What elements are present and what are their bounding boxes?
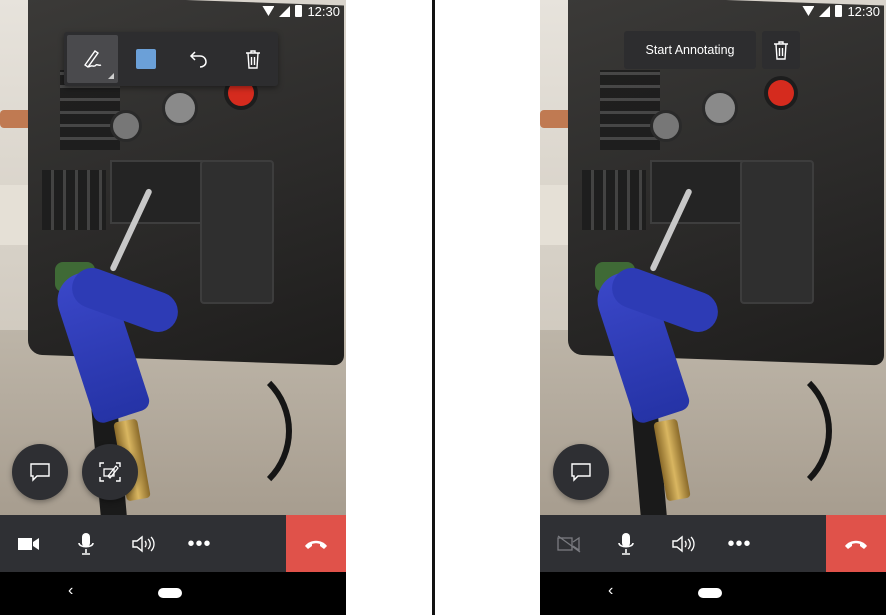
signal-icon <box>279 5 291 17</box>
microphone-icon <box>77 532 94 555</box>
pen-icon <box>84 50 102 68</box>
battery-icon <box>295 5 303 17</box>
call-control-bar: ••• <box>540 515 886 572</box>
nav-home-button[interactable] <box>698 588 722 598</box>
video-camera-icon <box>17 537 39 550</box>
color-swatch-icon <box>135 49 156 69</box>
battery-icon <box>835 5 843 17</box>
annotation-toolbar <box>64 32 278 86</box>
delete-annotations-button[interactable] <box>762 31 800 69</box>
more-options-button[interactable]: ••• <box>711 515 768 572</box>
chat-bubble-icon <box>571 463 591 482</box>
ellipsis-icon: ••• <box>727 532 752 555</box>
wifi-icon <box>262 6 275 16</box>
status-time: 12:30 <box>847 3 880 19</box>
microphone-button[interactable] <box>597 515 654 572</box>
microphone-icon <box>617 532 634 555</box>
status-time: 12:30 <box>307 3 340 19</box>
video-toggle-button[interactable] <box>540 515 597 572</box>
pen-tool-button[interactable] <box>67 35 118 83</box>
end-call-button[interactable] <box>286 515 346 572</box>
nav-home-button[interactable] <box>158 588 182 598</box>
system-nav-bar: ‹ <box>0 572 346 615</box>
undo-button[interactable] <box>174 35 225 83</box>
color-picker-button[interactable] <box>121 35 172 83</box>
start-annotating-button[interactable]: Start Annotating <box>624 31 756 69</box>
call-control-bar: ••• <box>0 515 346 572</box>
speaker-icon <box>671 535 695 552</box>
microphone-button[interactable] <box>57 515 114 572</box>
status-bar: 12:30 <box>262 0 340 22</box>
trash-icon <box>245 50 260 69</box>
phone-screen-left: 12:30 ••• ‹ <box>0 0 346 615</box>
phone-screen-right: 12:30 Start Annotating ••• ‹ <box>540 0 886 615</box>
undo-icon <box>190 51 208 68</box>
dropdown-corner-icon <box>107 73 114 79</box>
nav-back-button[interactable]: ‹ <box>68 582 73 600</box>
trash-icon <box>774 41 788 60</box>
chat-button[interactable] <box>12 444 68 500</box>
delete-button[interactable] <box>228 35 279 83</box>
nav-back-button[interactable]: ‹ <box>608 582 613 600</box>
video-toggle-button[interactable] <box>0 515 57 572</box>
ellipsis-icon: ••• <box>187 532 212 555</box>
camera-annotate-icon <box>99 462 121 482</box>
video-off-icon <box>556 534 580 553</box>
chat-button[interactable] <box>553 444 609 500</box>
speaker-button[interactable] <box>114 515 171 572</box>
signal-icon <box>819 5 831 17</box>
speaker-button[interactable] <box>654 515 711 572</box>
more-options-button[interactable]: ••• <box>171 515 228 572</box>
screen-divider <box>432 0 435 615</box>
wifi-icon <box>802 6 815 16</box>
end-call-button[interactable] <box>826 515 886 572</box>
end-call-icon <box>305 540 327 549</box>
annotate-button[interactable] <box>82 444 138 500</box>
status-bar: 12:30 <box>802 0 880 22</box>
system-nav-bar: ‹ <box>540 572 886 615</box>
speaker-icon <box>131 535 155 552</box>
chat-bubble-icon <box>30 463 50 482</box>
camera-feed[interactable] <box>540 0 886 515</box>
end-call-icon <box>845 540 867 549</box>
